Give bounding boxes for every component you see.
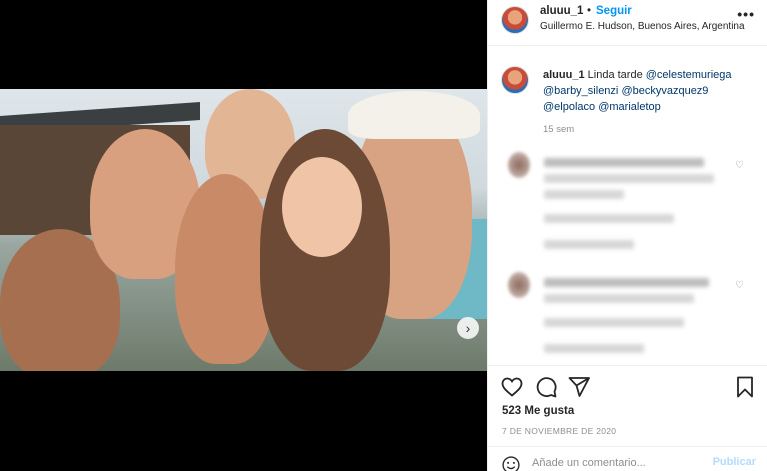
caption-text: aluuu_1 Linda tarde @celestemuriega @bar…: [543, 67, 758, 115]
caption-username[interactable]: aluuu_1: [543, 69, 585, 81]
location-link[interactable]: Guillermo E. Hudson, Buenos Aires, Argen…: [540, 21, 745, 32]
media-pane: ›: [0, 0, 487, 471]
header-username[interactable]: aluuu_1: [540, 5, 583, 17]
post-date: 7 DE NOVIEMBRE DE 2020: [502, 426, 617, 436]
next-photo-arrow-icon[interactable]: ›: [457, 317, 479, 339]
photo-face: [282, 157, 362, 257]
mention-link[interactable]: @elpolaco: [543, 101, 595, 113]
comment-box: Publicar: [488, 446, 767, 471]
comment-like-heart-icon[interactable]: ♡: [735, 160, 744, 171]
caption-body: Linda tarde: [587, 69, 643, 81]
avatar: [508, 272, 530, 298]
blurred-text: [544, 318, 684, 327]
mention-link[interactable]: @celestemuriega: [646, 69, 732, 81]
blurred-text: [544, 214, 674, 223]
post-side-panel: aluuu_1 • Seguir Guillermo E. Hudson, Bu…: [487, 0, 767, 471]
post-header: aluuu_1 • Seguir Guillermo E. Hudson, Bu…: [488, 0, 767, 46]
avatar[interactable]: [501, 6, 529, 34]
header-separator: •: [587, 5, 592, 17]
blurred-text: [544, 190, 624, 199]
post-actions: 523 Me gusta 7 DE NOVIEMBRE DE 2020 Publ…: [488, 365, 767, 471]
photo-person: [260, 129, 390, 371]
blurred-text: [544, 294, 694, 303]
comment-input[interactable]: [532, 455, 702, 471]
mention-link[interactable]: @marialetop: [598, 101, 661, 113]
bookmark-icon[interactable]: [733, 375, 757, 399]
like-count[interactable]: 523 Me gusta: [502, 405, 574, 417]
blurred-text: [544, 278, 709, 287]
blurred-text: [544, 344, 644, 353]
emoji-icon[interactable]: [501, 455, 521, 471]
follow-button[interactable]: Seguir: [596, 5, 632, 17]
blurred-text: [544, 174, 714, 183]
blurred-text: [544, 158, 704, 167]
more-options-icon[interactable]: •••: [737, 6, 755, 22]
mention-link[interactable]: @beckyvazquez9: [621, 85, 708, 97]
caption-timestamp[interactable]: 15 sem: [543, 124, 574, 135]
comment-icon[interactable]: [534, 375, 558, 399]
blurred-text: [544, 240, 634, 249]
publish-button[interactable]: Publicar: [713, 456, 756, 468]
comment-like-heart-icon[interactable]: ♡: [735, 280, 744, 291]
photo-hat: [348, 91, 480, 139]
post-photo[interactable]: ›: [0, 89, 487, 371]
mention-link[interactable]: @barby_silenzi: [543, 85, 618, 97]
avatar[interactable]: [501, 66, 529, 94]
avatar: [508, 152, 530, 178]
share-icon[interactable]: [567, 375, 591, 399]
heart-icon[interactable]: [500, 375, 524, 399]
